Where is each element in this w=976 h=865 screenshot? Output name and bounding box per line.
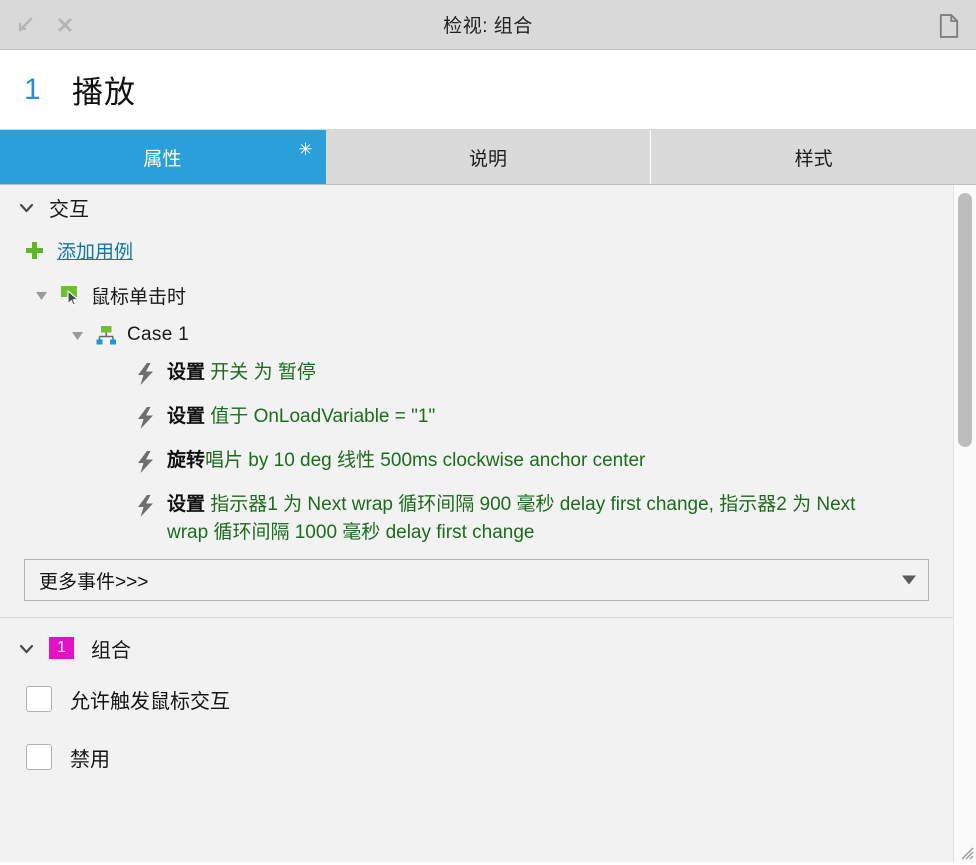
more-events-wrap: 更多事件>>> xyxy=(0,547,953,607)
case-node-icon xyxy=(95,324,117,346)
widget-index: 1 xyxy=(24,72,41,106)
lightning-bolt-icon xyxy=(136,363,155,385)
properties-scroll-content: 交互 添加用例 鼠标单击时 Case 1 设置 开关 为 暂停 设置 值于 On… xyxy=(0,185,953,862)
add-case-link[interactable]: 添加用例 xyxy=(57,237,133,264)
title-bar-right-controls xyxy=(939,13,976,38)
scrollbar-thumb[interactable] xyxy=(958,193,972,447)
action-verb: 设置 xyxy=(167,406,206,427)
title-bar-left-controls xyxy=(0,14,76,36)
action-text: 设置 开关 为 暂停 xyxy=(167,357,316,387)
tree-row-case[interactable]: Case 1 xyxy=(0,315,953,355)
action-detail: 值于 OnLoadVariable = "1" xyxy=(210,406,436,427)
action-row[interactable]: 旋转唱片 by 10 deg 线性 500ms clockwise anchor… xyxy=(0,443,953,487)
tab-properties-dirty-marker: ✳ xyxy=(298,140,313,159)
action-row[interactable]: 设置 开关 为 暂停 xyxy=(0,355,953,399)
plus-icon[interactable] xyxy=(24,240,45,261)
checkbox-row-disabled[interactable]: 禁用 xyxy=(0,728,953,786)
triangle-down-icon[interactable] xyxy=(70,328,85,343)
resize-grip-icon[interactable] xyxy=(958,844,974,860)
group-section-header[interactable]: 1 组合 xyxy=(0,626,953,670)
collapse-arrow-icon[interactable] xyxy=(14,14,36,36)
triangle-down-icon[interactable] xyxy=(34,288,49,303)
action-text: 设置 值于 OnLoadVariable = "1" xyxy=(167,401,435,431)
tree-row-event-label: 鼠标单击时 xyxy=(91,286,187,308)
interactions-section-header[interactable]: 交互 xyxy=(0,185,953,229)
lightning-bolt-icon xyxy=(136,451,155,473)
mouse-click-icon xyxy=(59,284,81,306)
tab-bar: 属性 ✳ 说明 样式 xyxy=(0,130,976,185)
lightning-bolt-icon xyxy=(136,495,155,517)
action-verb: 旋转 xyxy=(167,450,206,471)
action-text: 旋转唱片 by 10 deg 线性 500ms clockwise anchor… xyxy=(167,445,645,475)
checkbox-allow-mouse-interaction-label: 允许触发鼠标交互 xyxy=(70,690,230,713)
checkbox-disabled[interactable] xyxy=(26,744,52,770)
vertical-scrollbar[interactable] xyxy=(953,185,976,862)
title-bar: 检视: 组合 xyxy=(0,0,976,50)
widget-name: 播放 xyxy=(72,75,136,110)
section-interactions: 交互 添加用例 鼠标单击时 Case 1 设置 开关 为 暂停 设置 值于 On… xyxy=(0,185,953,618)
event-tree: 鼠标单击时 Case 1 设置 开关 为 暂停 设置 值于 OnLoadVari… xyxy=(0,271,953,547)
more-events-label: 更多事件>>> xyxy=(39,571,149,593)
chevron-down-icon[interactable] xyxy=(18,199,35,216)
action-detail: 唱片 by 10 deg 线性 500ms clockwise anchor c… xyxy=(205,450,646,471)
widget-header: 1 播放 xyxy=(0,50,976,130)
interactions-section-label: 交互 xyxy=(49,198,89,221)
action-row[interactable]: 设置 指示器1 为 Next wrap 循环间隔 900 毫秒 delay fi… xyxy=(0,487,953,547)
action-verb: 设置 xyxy=(167,362,206,383)
add-case-row[interactable]: 添加用例 xyxy=(0,229,953,271)
chevron-down-icon[interactable] xyxy=(18,640,35,657)
tab-notes[interactable]: 说明 xyxy=(325,130,652,184)
action-row[interactable]: 设置 值于 OnLoadVariable = "1" xyxy=(0,399,953,443)
inspector-window: 检视: 组合 1 播放 属性 ✳ 说明 样式 交互 添加用例 鼠标单击时 Cas… xyxy=(0,0,976,862)
group-badge: 1 xyxy=(49,637,74,659)
document-icon[interactable] xyxy=(939,13,961,38)
tab-style-label: 样式 xyxy=(794,148,833,170)
section-group: 1 组合 允许触发鼠标交互 禁用 xyxy=(0,618,953,786)
tab-properties[interactable]: 属性 ✳ xyxy=(0,130,326,184)
panel-body: 交互 添加用例 鼠标单击时 Case 1 设置 开关 为 暂停 设置 值于 On… xyxy=(0,185,976,862)
more-events-dropdown[interactable]: 更多事件>>> xyxy=(24,559,929,601)
checkbox-row-allow-mouse-interaction[interactable]: 允许触发鼠标交互 xyxy=(0,670,953,728)
tree-row-case-label: Case 1 xyxy=(127,324,190,345)
action-detail: 开关 为 暂停 xyxy=(210,362,316,383)
tree-row-event[interactable]: 鼠标单击时 xyxy=(0,275,953,315)
group-section-label: 组合 xyxy=(91,639,131,662)
action-verb: 设置 xyxy=(167,494,206,515)
tab-style[interactable]: 样式 xyxy=(651,130,976,184)
chevron-down-icon[interactable] xyxy=(902,575,916,585)
tab-properties-label: 属性 xyxy=(143,148,182,170)
tab-notes-label: 说明 xyxy=(469,148,508,170)
checkbox-disabled-label: 禁用 xyxy=(70,748,110,771)
lightning-bolt-icon xyxy=(136,407,155,429)
close-icon[interactable] xyxy=(54,14,76,36)
checkbox-allow-mouse-interaction[interactable] xyxy=(26,686,52,712)
action-detail: 指示器1 为 Next wrap 循环间隔 900 毫秒 delay first… xyxy=(167,494,856,543)
window-title: 检视: 组合 xyxy=(443,16,533,37)
action-text: 设置 指示器1 为 Next wrap 循环间隔 900 毫秒 delay fi… xyxy=(167,489,857,547)
